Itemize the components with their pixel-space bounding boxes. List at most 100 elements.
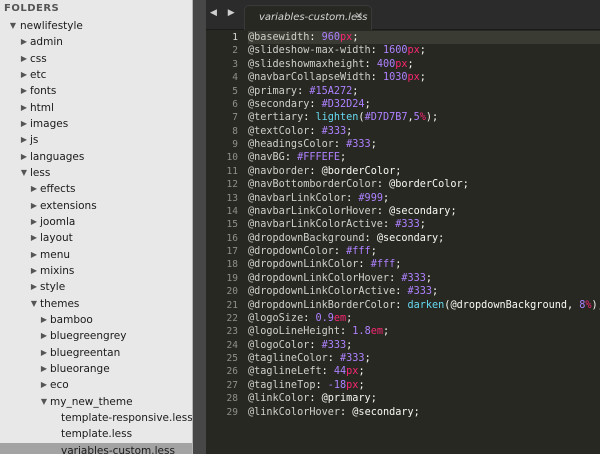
tree-item-label: images <box>30 117 69 130</box>
file-item[interactable]: template.less <box>0 426 192 442</box>
folder-item[interactable]: ▶ js <box>0 132 192 148</box>
folder-item[interactable]: ▶ bluegreentan <box>0 345 192 361</box>
code-line[interactable]: @taglineColor: #333; <box>248 352 600 365</box>
code-line[interactable]: @secondary: #D32D24; <box>248 98 600 111</box>
folder-item[interactable]: ▶ mixins <box>0 263 192 279</box>
disclosure-collapsed-icon[interactable]: ▶ <box>39 328 49 344</box>
line-number: 17 <box>226 246 238 257</box>
disclosure-collapsed-icon[interactable]: ▶ <box>19 67 29 83</box>
folder-item[interactable]: ▶ fonts <box>0 83 192 99</box>
folder-item[interactable]: ▼ themes <box>0 296 192 312</box>
file-item[interactable]: template-responsive.less <box>0 410 192 426</box>
folder-item[interactable]: ▶ blueorange <box>0 361 192 377</box>
folder-item[interactable]: ▶ languages <box>0 149 192 165</box>
code-line[interactable]: @dropdownLinkColor: #fff; <box>248 258 600 271</box>
folder-item[interactable]: ▶ extensions <box>0 198 192 214</box>
disclosure-collapsed-icon[interactable]: ▶ <box>29 214 39 230</box>
code-line[interactable]: @dropdownLinkColorHover: #333; <box>248 272 600 285</box>
disclosure-collapsed-icon[interactable]: ▶ <box>19 100 29 116</box>
code-line[interactable]: @textColor: #333; <box>248 125 600 138</box>
disclosure-collapsed-icon[interactable]: ▶ <box>29 230 39 246</box>
disclosure-collapsed-icon[interactable]: ▶ <box>19 34 29 50</box>
code-token: ; <box>395 165 402 177</box>
folder-item[interactable]: ▶ menu <box>0 247 192 263</box>
folder-item[interactable]: ▶ bluegreengrey <box>0 328 192 344</box>
folder-item[interactable]: ▶ style <box>0 279 192 295</box>
code-line[interactable]: @navBottomborderColor: @borderColor; <box>248 178 600 191</box>
disclosure-collapsed-icon[interactable]: ▶ <box>29 198 39 214</box>
disclosure-collapsed-icon[interactable]: ▶ <box>29 279 39 295</box>
code-line[interactable]: @taglineLeft: 44px; <box>248 365 600 378</box>
code-line[interactable]: @linkColorHover: @secondary; <box>248 406 600 419</box>
line-number: 15 <box>226 219 238 231</box>
code-line[interactable]: @tertiary: lighten(#D7D7B7,5%); <box>248 111 600 124</box>
disclosure-collapsed-icon[interactable]: ▶ <box>19 51 29 67</box>
code-token: @navbarLinkColorHover <box>248 205 377 217</box>
tree-item-label: less <box>30 166 51 179</box>
code-line[interactable]: @basewidth: 960px; <box>248 31 600 45</box>
folder-item[interactable]: ▶ eco <box>0 377 192 393</box>
disclosure-collapsed-icon[interactable]: ▶ <box>19 149 29 165</box>
folder-item[interactable]: ▼ my_new_theme <box>0 394 192 410</box>
code-line[interactable]: @dropdownLinkBorderColor: darken(@dropdo… <box>248 299 600 312</box>
code-token: : <box>389 272 402 284</box>
close-icon[interactable]: ✕ <box>355 11 363 22</box>
disclosure-collapsed-icon[interactable]: ▶ <box>19 83 29 99</box>
folder-item[interactable]: ▶ layout <box>0 230 192 246</box>
code-line[interactable]: @navbarLinkColor: #999; <box>248 192 600 205</box>
disclosure-collapsed-icon[interactable]: ▶ <box>39 361 49 377</box>
folder-item[interactable]: ▶ effects <box>0 181 192 197</box>
folder-item[interactable]: ▶ joomla <box>0 214 192 230</box>
disclosure-collapsed-icon[interactable]: ▶ <box>29 181 39 197</box>
sidebar-splitter[interactable] <box>193 0 206 454</box>
folder-item[interactable]: ▼ newlifestyle <box>0 18 192 34</box>
code-line[interactable]: @taglineTop: -18px; <box>248 379 600 392</box>
code-token: ; <box>438 232 445 244</box>
code-line[interactable]: @slideshow-max-width: 1600px; <box>248 44 600 57</box>
disclosure-collapsed-icon[interactable]: ▶ <box>29 247 39 263</box>
tab-nav-arrows-icon[interactable]: ◀ ▶ <box>210 8 239 18</box>
code-line[interactable]: @primary: #15A272; <box>248 85 600 98</box>
folder-item[interactable]: ▶ images <box>0 116 192 132</box>
code-line[interactable]: @logoSize: 0.9em; <box>248 312 600 325</box>
code-line[interactable]: @logoLineHeight: 1.8em; <box>248 325 600 338</box>
code-line[interactable]: @navborder: @borderColor; <box>248 165 600 178</box>
code-line[interactable]: @navBG: #FFFEFE; <box>248 151 600 164</box>
disclosure-collapsed-icon[interactable]: ▶ <box>39 345 49 361</box>
code-line[interactable]: @headingsColor: #333; <box>248 138 600 151</box>
tab-variables-custom[interactable]: variables-custom.less ✕ <box>244 5 372 30</box>
code-line[interactable]: @dropdownLinkColorActive: #333; <box>248 285 600 298</box>
code-line[interactable]: @dropdownBackground: @secondary; <box>248 232 600 245</box>
folder-item[interactable]: ▼ less <box>0 165 192 181</box>
folder-item[interactable]: ▶ html <box>0 100 192 116</box>
code-line[interactable]: @navbarLinkColorHover: @secondary; <box>248 205 600 218</box>
disclosure-expanded-icon[interactable]: ▼ <box>39 394 49 410</box>
disclosure-collapsed-icon[interactable]: ▶ <box>39 312 49 328</box>
code-token: @navborder <box>248 165 310 177</box>
code-line[interactable]: @navbarCollapseWidth: 1030px; <box>248 71 600 84</box>
code-token: : <box>309 165 322 177</box>
code-line[interactable]: @dropdownColor: #fff; <box>248 245 600 258</box>
code-line[interactable]: @slideshowmaxheight: 400px; <box>248 58 600 71</box>
disclosure-collapsed-icon[interactable]: ▶ <box>19 132 29 148</box>
code-line[interactable]: @linkColor: @primary; <box>248 392 600 405</box>
folder-item[interactable]: ▶ admin <box>0 34 192 50</box>
disclosure-expanded-icon[interactable]: ▼ <box>19 165 29 181</box>
folder-item[interactable]: ▶ bamboo <box>0 312 192 328</box>
disclosure-collapsed-icon[interactable]: ▶ <box>39 377 49 393</box>
code-token: px <box>346 379 359 391</box>
file-item[interactable]: variables-custom.less <box>0 442 192 454</box>
line-number: 29 <box>226 406 238 418</box>
folder-item[interactable]: ▶ etc <box>0 67 192 83</box>
tree-item-label: mixins <box>40 264 75 277</box>
code-line[interactable]: @logoColor: #333; <box>248 339 600 352</box>
disclosure-expanded-icon[interactable]: ▼ <box>29 296 39 312</box>
folder-item[interactable]: ▶ css <box>0 51 192 67</box>
code-area[interactable]: @basewidth: 960px; @slideshow-max-width: … <box>248 31 600 419</box>
disclosure-expanded-icon[interactable]: ▼ <box>8 18 18 34</box>
code-line[interactable]: @navbarLinkColorActive: #333; <box>248 218 600 231</box>
disclosure-collapsed-icon[interactable]: ▶ <box>29 263 39 279</box>
disclosure-collapsed-icon[interactable]: ▶ <box>19 116 29 132</box>
tab-title: variables-custom.less <box>259 12 368 23</box>
code-token: #D32D24 <box>321 98 365 110</box>
